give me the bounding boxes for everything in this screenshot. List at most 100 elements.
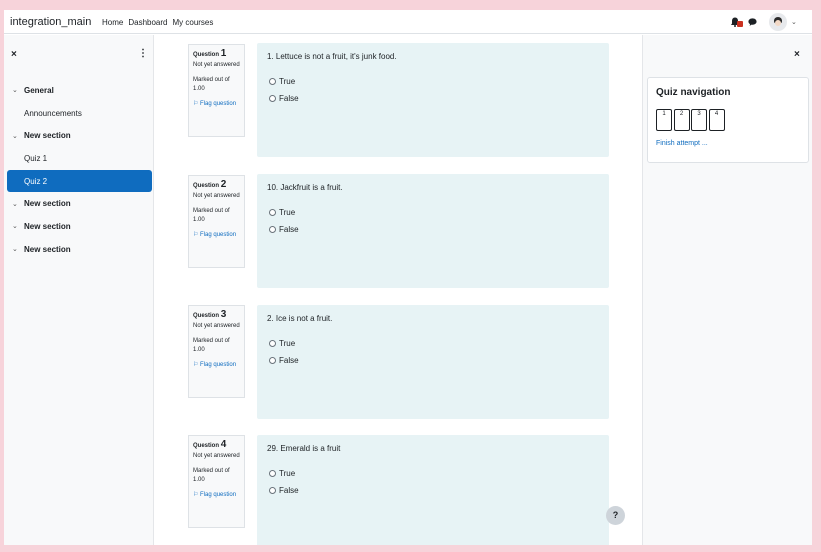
chevron-down-icon[interactable]: ⌄	[12, 86, 24, 94]
quiz-navigation-title: Quiz navigation	[656, 87, 731, 98]
option-false[interactable]: False	[269, 486, 299, 495]
question-1-content: 1. Lettuce is not a fruit, it's junk foo…	[257, 43, 609, 157]
flag-question-link[interactable]: ⚐ Flag question	[193, 100, 240, 110]
question-number: Question 1	[193, 48, 240, 59]
activity-label: Quiz 2	[24, 176, 48, 186]
chat-icon[interactable]	[748, 17, 757, 27]
question-label: Question	[193, 183, 220, 189]
nav-question-2[interactable]: 2	[673, 109, 690, 131]
radio-true[interactable]	[269, 209, 276, 216]
option-label: True	[279, 208, 296, 217]
radio-true[interactable]	[269, 470, 276, 477]
radio-true[interactable]	[269, 340, 276, 347]
question-number: Question 2	[193, 179, 240, 190]
question-state: Not yet answered	[193, 193, 240, 199]
quiz-navigation-block: Quiz navigation 1 2 3 4 Finish attempt .…	[647, 77, 809, 163]
question-4-info: Question 4 Not yet answered Marked out o…	[188, 435, 245, 528]
page-frame: integration_main Home Dashboard My cours…	[4, 10, 812, 545]
close-icon[interactable]: ×	[794, 49, 800, 60]
section-general[interactable]: ⌄ General	[4, 79, 154, 102]
flag-icon: ⚐	[193, 361, 201, 368]
question-label: Question	[193, 52, 220, 58]
avatar-face	[775, 20, 781, 26]
notification-badge	[737, 21, 743, 27]
question-3-content: 2. Ice is not a fruit. True False	[257, 305, 609, 419]
question-text: 10. Jackfruit is a fruit.	[267, 183, 343, 192]
option-false[interactable]: False	[269, 225, 299, 234]
question-mark: Marked out of 1.00	[193, 337, 230, 354]
option-label: False	[279, 94, 299, 103]
option-label: False	[279, 486, 299, 495]
section-new-section-3[interactable]: ⌄ New section	[4, 215, 154, 238]
nav-my-courses[interactable]: My courses	[172, 18, 213, 27]
kebab-menu-icon[interactable]: ⋮	[138, 48, 148, 59]
radio-false[interactable]	[269, 95, 276, 102]
radio-true[interactable]	[269, 78, 276, 85]
chevron-down-icon[interactable]: ⌄	[12, 200, 24, 208]
section-new-section-1[interactable]: ⌄ New section	[4, 124, 154, 147]
option-false[interactable]: False	[269, 356, 299, 365]
question-text: 2. Ice is not a fruit.	[267, 314, 333, 323]
question-label: Question	[193, 313, 220, 319]
option-label: False	[279, 225, 299, 234]
nav-question-number: 3	[697, 111, 701, 117]
flag-question-link[interactable]: ⚐ Flag question	[193, 361, 240, 371]
section-label: New section	[24, 244, 71, 254]
question-mark: Marked out of 1.00	[193, 207, 230, 224]
flag-label: Flag question	[200, 361, 237, 368]
top-navbar: integration_main Home Dashboard My cours…	[4, 10, 812, 34]
flag-icon: ⚐	[193, 100, 201, 107]
question-2-info: Question 2 Not yet answered Marked out o…	[188, 175, 245, 268]
chevron-down-icon[interactable]: ⌄	[12, 132, 24, 140]
question-4-content: 29. Emerald is a fruit True False	[257, 435, 609, 545]
nav-home[interactable]: Home	[102, 18, 123, 27]
section-new-section-2[interactable]: ⌄ New section	[4, 192, 154, 215]
nav-question-3[interactable]: 3	[691, 109, 707, 131]
option-label: False	[279, 356, 299, 365]
close-icon[interactable]: ×	[11, 49, 17, 60]
chevron-down-icon[interactable]: ⌄	[791, 18, 797, 26]
avatar[interactable]	[769, 13, 787, 31]
flag-label: Flag question	[200, 491, 237, 498]
question-mark: Marked out of 1.00	[193, 467, 230, 484]
section-new-section-4[interactable]: ⌄ New section	[4, 238, 154, 261]
question-2-content: 10. Jackfruit is a fruit. True False	[257, 174, 609, 288]
question-1-info: Question 1 Not yet answered Marked out o…	[188, 44, 245, 137]
site-name[interactable]: integration_main	[10, 16, 91, 28]
option-true[interactable]: True	[269, 208, 295, 217]
course-index-drawer: × ⋮ ⌄ General Announcements ⌄ New section …	[4, 35, 154, 545]
question-text: 1. Lettuce is not a fruit, it's junk foo…	[267, 52, 397, 61]
nav-question-number: 2	[679, 111, 684, 117]
course-index: ⌄ General Announcements ⌄ New section Quiz…	[4, 79, 154, 261]
option-label: True	[279, 469, 296, 478]
question-3-info: Question 3 Not yet answered Marked out o…	[188, 305, 245, 398]
chevron-down-icon[interactable]: ⌄	[12, 245, 24, 253]
question-buttons: 1 2 3 4	[656, 109, 725, 131]
option-true[interactable]: True	[269, 469, 295, 478]
radio-false[interactable]	[269, 357, 276, 364]
section-label: General	[24, 85, 54, 95]
option-label: True	[279, 77, 296, 86]
activity-announcements[interactable]: Announcements	[4, 102, 154, 125]
option-true[interactable]: True	[269, 339, 295, 348]
radio-false[interactable]	[269, 226, 276, 233]
radio-false[interactable]	[269, 487, 276, 494]
activity-quiz-1[interactable]: Quiz 1	[4, 147, 154, 170]
question-mark: Marked out of 1.00	[193, 76, 230, 93]
activity-quiz-2[interactable]: Quiz 2	[7, 169, 152, 193]
option-true[interactable]: True	[269, 77, 295, 86]
question-number-value: 4	[220, 439, 227, 450]
question-label: Question	[193, 443, 220, 449]
flag-question-link[interactable]: ⚐ Flag question	[193, 491, 240, 501]
nav-question-1[interactable]: 1	[656, 109, 672, 131]
nav-dashboard[interactable]: Dashboard	[128, 18, 167, 27]
flag-question-link[interactable]: ⚐ Flag question	[193, 231, 240, 241]
question-number-value: 2	[220, 179, 227, 190]
finish-attempt-link[interactable]: Finish attempt ...	[656, 140, 708, 147]
chevron-down-icon[interactable]: ⌄	[12, 222, 24, 230]
nav-question-number: 1	[662, 111, 666, 117]
nav-question-4[interactable]: 4	[708, 109, 725, 131]
section-label: New section	[24, 131, 71, 141]
option-false[interactable]: False	[269, 94, 299, 103]
help-button[interactable]: ?	[606, 506, 625, 525]
